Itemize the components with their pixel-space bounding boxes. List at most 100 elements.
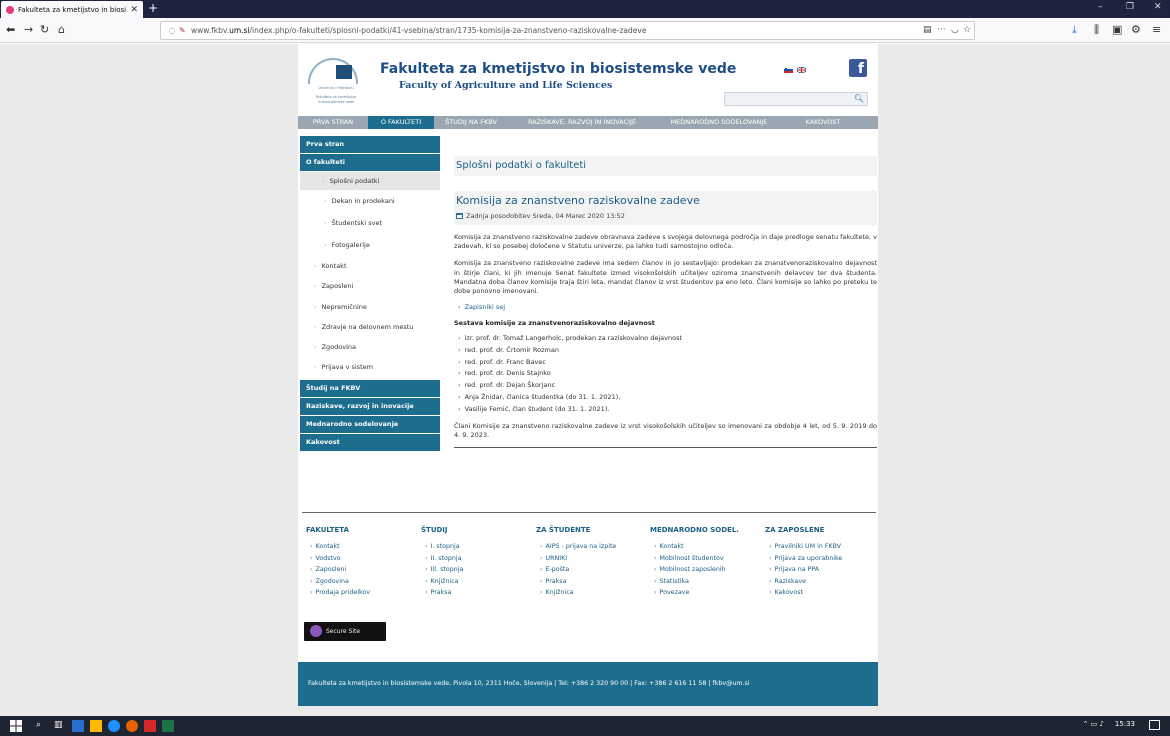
slovenian-flag-icon[interactable] (784, 67, 793, 73)
sidebar-item-o-fakulteti[interactable]: O fakulteti (300, 154, 440, 171)
english-flag-icon[interactable] (797, 67, 806, 73)
footer-link[interactable]: Kakovost (765, 587, 880, 599)
footer-link[interactable]: Vodstvo (306, 553, 421, 565)
footer-link[interactable]: Zgodovina (306, 576, 421, 588)
paragraph-intro: Komisija za znanstveno raziskovalne zade… (454, 233, 877, 251)
zapisniki-list: Zapisniki sej (454, 302, 877, 314)
footer-link[interactable]: III. stopnja (421, 564, 536, 576)
permissions-icon[interactable]: ✎ (179, 26, 191, 35)
windows-taskbar: ⌕ ▥ ⌃ ▭ ♪ 15:33 (0, 716, 1170, 736)
excel-icon[interactable] (162, 720, 174, 732)
close-tab-icon[interactable]: ✕ (126, 5, 138, 15)
new-tab-button[interactable]: + (148, 1, 158, 15)
footer-link[interactable]: Kontakt (306, 541, 421, 553)
footer-link[interactable]: URNIKI (536, 553, 651, 565)
divider (454, 447, 877, 448)
search-input[interactable]: 🔍︎ (724, 92, 868, 106)
notification-icon[interactable] (1149, 720, 1160, 730)
footer-link[interactable]: E-pošta (536, 564, 651, 576)
task-view-icon[interactable]: ▥ (54, 720, 66, 732)
nav-studij[interactable]: ŠTUDIJ NA FKBV (434, 116, 508, 129)
page-actions-icon[interactable]: ··· (937, 25, 946, 35)
sidebar-item-splosni-podatki[interactable]: Splošni podatki (300, 172, 440, 190)
facebook-icon[interactable]: f (849, 59, 867, 77)
firefox-icon[interactable] (126, 720, 138, 732)
edge-icon[interactable] (108, 720, 120, 732)
system-tray[interactable]: ⌃ ▭ ♪ (1083, 720, 1104, 728)
footer-link[interactable]: Zaposleni (306, 564, 421, 576)
footer-link[interactable]: Pravilniki UM in FKBV (765, 541, 880, 553)
list-item: Vasilije Femić, član študent (do 31. 1. … (454, 404, 877, 416)
sidebar-item-fotogalerija[interactable]: Fotogalerije (300, 234, 440, 256)
extension-icon[interactable]: ⚙ (1131, 23, 1141, 37)
windows-start-icon[interactable] (10, 720, 22, 732)
footer-link[interactable]: Mobilnost zaposlenih (650, 564, 765, 576)
nav-kakovost[interactable]: KAKOVOST (782, 116, 864, 129)
university-logo[interactable]: Univerza v Mariboru Fakulteta za kmetijs… (306, 58, 372, 106)
sidebar-item-kakovost[interactable]: Kakovost (300, 433, 440, 451)
url-text[interactable]: www.fkbv.um.si/index.php/o-fakulteti/spl… (191, 26, 646, 35)
sidebar-item-prijava[interactable]: Prijava v sistem (300, 357, 440, 377)
sidebar-item-zdravje[interactable]: Zdravje na delovnem mestu (300, 317, 440, 337)
footer-link[interactable]: Knjižnica (421, 576, 536, 588)
sidebar-toggle-icon[interactable]: ▣ (1112, 23, 1122, 37)
nav-mednarodno[interactable]: MEDNARODNO SODELOVANJE (656, 116, 782, 129)
list-item: red. prof. dr. Denis Stajnko (454, 368, 877, 380)
zapisniki-link[interactable]: Zapisniki sej (454, 302, 877, 314)
outlook-icon[interactable] (72, 720, 84, 732)
search-icon[interactable]: ⌕ (36, 720, 48, 732)
back-icon[interactable]: ⬅ (6, 23, 15, 37)
sidebar-item-studij[interactable]: Študij na FKBV (300, 379, 440, 397)
clock[interactable]: 15:33 (1115, 720, 1135, 728)
footer-link[interactable]: Statistika (650, 576, 765, 588)
footer-link[interactable]: Prijava na PPA (765, 564, 880, 576)
main-navigation: PRVA STRAN O FAKULTETI ŠTUDIJ NA FKBV RA… (298, 116, 878, 129)
sidebar-item-prva-stran[interactable]: Prva stran (300, 136, 440, 153)
footer-link[interactable]: Raziskave (765, 576, 880, 588)
search-icon[interactable]: 🔍︎ (854, 94, 864, 103)
shield-icon[interactable]: ◌ (165, 26, 179, 35)
footer-link[interactable]: Prijava za uporabnike (765, 553, 880, 565)
logo-text-faculty-2: in biosistemske vede (317, 100, 355, 104)
sidebar-item-zaposleni[interactable]: Zaposleni (300, 276, 440, 296)
sidebar-menu: Prva stran O fakulteti Splošni podatki D… (300, 136, 440, 452)
minimize-icon[interactable]: – (1098, 2, 1103, 12)
footer-link[interactable]: Povezave (650, 587, 765, 599)
footer-link[interactable]: Knjižnica (536, 587, 651, 599)
nav-prva-stran[interactable]: PRVA STRAN (298, 116, 368, 129)
acrobat-icon[interactable] (144, 720, 156, 732)
forward-icon[interactable]: → (24, 23, 33, 37)
library-icon[interactable]: ⫼ (1094, 23, 1099, 37)
sidebar-item-studentski-svet[interactable]: Študentski svet (300, 212, 440, 234)
menu-icon[interactable]: ≡ (1152, 23, 1161, 37)
reload-icon[interactable]: ↻ (40, 23, 49, 37)
nav-raziskave[interactable]: RAZISKAVE, RAZVOJ IN INOVACIJE (508, 116, 656, 129)
nav-o-fakulteti[interactable]: O FAKULTETI (368, 116, 434, 129)
site-title[interactable]: Fakulteta za kmetijstvo in biosistemske … (380, 61, 736, 77)
footer-link[interactable]: Kontakt (650, 541, 765, 553)
footer-link[interactable]: Mobilnost študentov (650, 553, 765, 565)
footer-link[interactable]: II. stopnja (421, 553, 536, 565)
window-close-icon[interactable]: ✕ (1154, 2, 1162, 12)
file-explorer-icon[interactable] (90, 720, 102, 732)
sidebar-item-dekan[interactable]: Dekan in prodekani (300, 190, 440, 212)
download-icon[interactable]: ⤓ (1072, 23, 1077, 37)
sidebar-item-mednarodno[interactable]: Mednarodno sodelovanje (300, 415, 440, 433)
footer-link[interactable]: Praksa (536, 576, 651, 588)
sidebar-item-kontakt[interactable]: Kontakt (300, 256, 440, 276)
footer-link[interactable]: I. stopnja (421, 541, 536, 553)
secure-site-badge[interactable]: Secure Site (304, 622, 386, 641)
sidebar-item-nepremicnine[interactable]: Nepremičnine (300, 297, 440, 317)
footer-link[interactable]: AIPS - prijava na izpite (536, 541, 651, 553)
home-icon[interactable]: ⌂ (58, 23, 65, 37)
browser-tab[interactable]: Fakulteta za kmetijstvo in biosi ✕ (1, 1, 143, 18)
sidebar-item-zgodovina[interactable]: Zgodovina (300, 337, 440, 357)
footer-link[interactable]: Prodaja pridelkov (306, 587, 421, 599)
bookmark-star-icon[interactable]: ☆ (963, 25, 971, 35)
restore-icon[interactable]: ❐ (1126, 2, 1134, 12)
sidebar-item-raziskave[interactable]: Raziskave, razvoj in inovacije (300, 397, 440, 415)
reader-view-icon[interactable]: ▤ (923, 25, 932, 35)
footer-link[interactable]: Praksa (421, 587, 536, 599)
address-bar[interactable]: ◌ ✎ www.fkbv.um.si/index.php/o-fakulteti… (160, 21, 975, 40)
pocket-icon[interactable]: ◡ (951, 25, 959, 35)
